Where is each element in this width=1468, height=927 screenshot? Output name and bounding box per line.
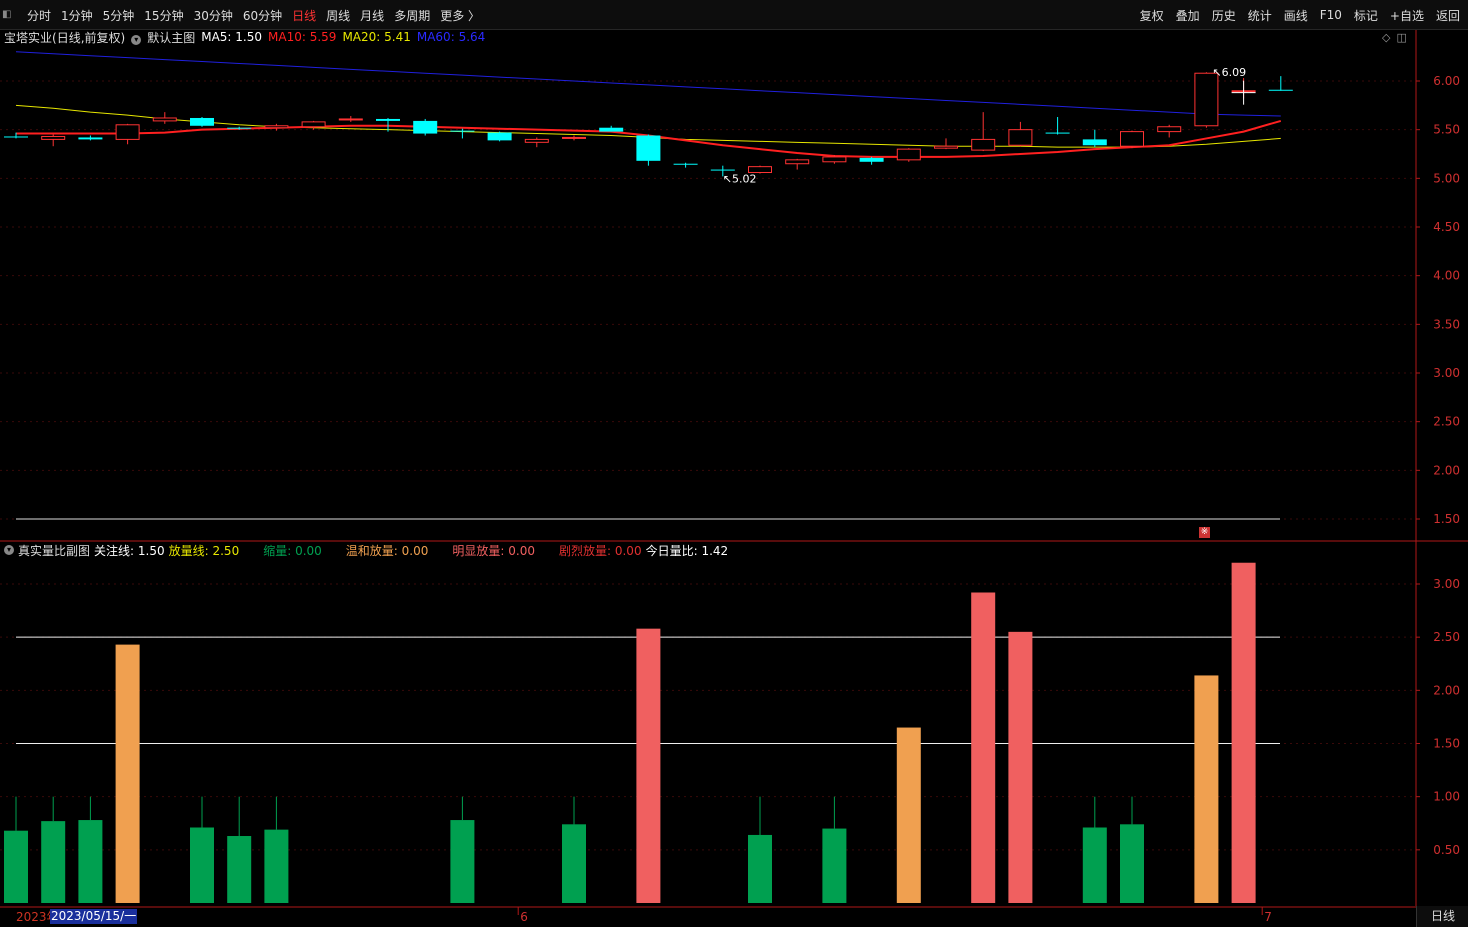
main-tick-label: 3.50 <box>1433 317 1460 331</box>
bottom-period-button[interactable]: 日线 <box>1416 906 1468 927</box>
ratio-bar <box>1008 631 1033 903</box>
candle-body <box>487 132 512 141</box>
candle-body <box>376 118 400 121</box>
ratio-bar <box>1120 824 1144 903</box>
candle-body <box>934 145 958 149</box>
sub-tick-label: 0.50 <box>1433 843 1460 857</box>
high-annotation: ↖6.09 <box>1212 66 1246 79</box>
ratio-bar <box>227 836 252 903</box>
main-tick-label: 6.00 <box>1433 74 1460 88</box>
candle-body <box>1120 131 1144 147</box>
candle-body <box>822 156 847 163</box>
ratio-bar <box>822 828 847 903</box>
sub-tick-label: 2.50 <box>1433 630 1460 644</box>
ratio-bar <box>1231 562 1256 903</box>
ratio-bar <box>450 820 475 903</box>
candle-body <box>896 148 921 161</box>
candle-body <box>1008 129 1033 146</box>
main-tick-label: 4.50 <box>1433 220 1460 234</box>
candle-body <box>115 124 140 140</box>
candle-body <box>859 157 884 162</box>
candle-body <box>599 127 624 132</box>
main-tick-label: 3.00 <box>1433 366 1460 380</box>
candle-body <box>636 135 661 161</box>
ratio-bar <box>1082 827 1107 903</box>
ratio-bar <box>562 824 586 903</box>
candle-body <box>413 120 438 134</box>
main-tick-label: 2.00 <box>1433 463 1460 477</box>
ratio-bar <box>78 820 103 903</box>
ratio-bar <box>41 821 66 903</box>
ratio-bar <box>636 628 661 903</box>
candle-body <box>971 138 996 151</box>
candle-body <box>41 135 66 140</box>
selected-date: 2023/05/15/一 <box>50 909 138 924</box>
sub-tick-label: 1.50 <box>1433 737 1460 751</box>
ratio-bar <box>264 829 289 903</box>
main-tick-label: 5.50 <box>1433 123 1460 137</box>
candle-body <box>1045 132 1070 134</box>
ratio-bar <box>1194 675 1219 903</box>
low-annotation: ↖5.02 <box>723 172 757 185</box>
month-label: 7 <box>1264 910 1272 924</box>
candle-body <box>264 125 289 129</box>
candle-body <box>1082 139 1107 146</box>
candle-body <box>562 136 586 139</box>
candle-body <box>673 163 698 165</box>
ratio-bar <box>4 830 28 903</box>
chart-area[interactable]: 6.00 5.50 5.00 4.50 4.00 3.50 3.00 2.50 2.00 1.50… <box>0 0 1468 927</box>
main-tick-label: 5.00 <box>1433 171 1460 185</box>
main-tick-label: 4.00 <box>1433 269 1460 283</box>
main-tick-label: 2.50 <box>1433 415 1460 429</box>
candle-body <box>227 127 252 129</box>
ratio-bar <box>748 834 772 903</box>
candle-body <box>1268 89 1293 91</box>
candle-body <box>78 137 103 140</box>
candle-body <box>1157 126 1182 133</box>
candle-body <box>152 117 177 122</box>
candle-body <box>524 138 549 143</box>
sub-tick-label: 2.00 <box>1433 683 1460 697</box>
main-tick-label: 1.50 <box>1433 512 1460 526</box>
candle-body <box>710 169 735 171</box>
ratio-bar <box>190 827 214 903</box>
scroll-marker-icon[interactable]: ※ <box>1199 527 1210 538</box>
ratio-bar <box>971 592 996 903</box>
sub-tick-label: 1.00 <box>1433 790 1460 804</box>
candle-body <box>450 130 475 132</box>
candle-body <box>4 136 28 138</box>
candle-body <box>190 117 214 126</box>
candle-body <box>785 159 810 165</box>
ratio-bar <box>896 727 921 903</box>
candle-body <box>1194 72 1219 127</box>
ma60-line <box>15 51 1281 117</box>
candle-body <box>301 121 326 128</box>
candle-body <box>338 118 363 121</box>
ratio-bar <box>115 644 140 903</box>
month-label: 6 <box>520 910 528 924</box>
sub-tick-label: 3.00 <box>1433 577 1460 591</box>
